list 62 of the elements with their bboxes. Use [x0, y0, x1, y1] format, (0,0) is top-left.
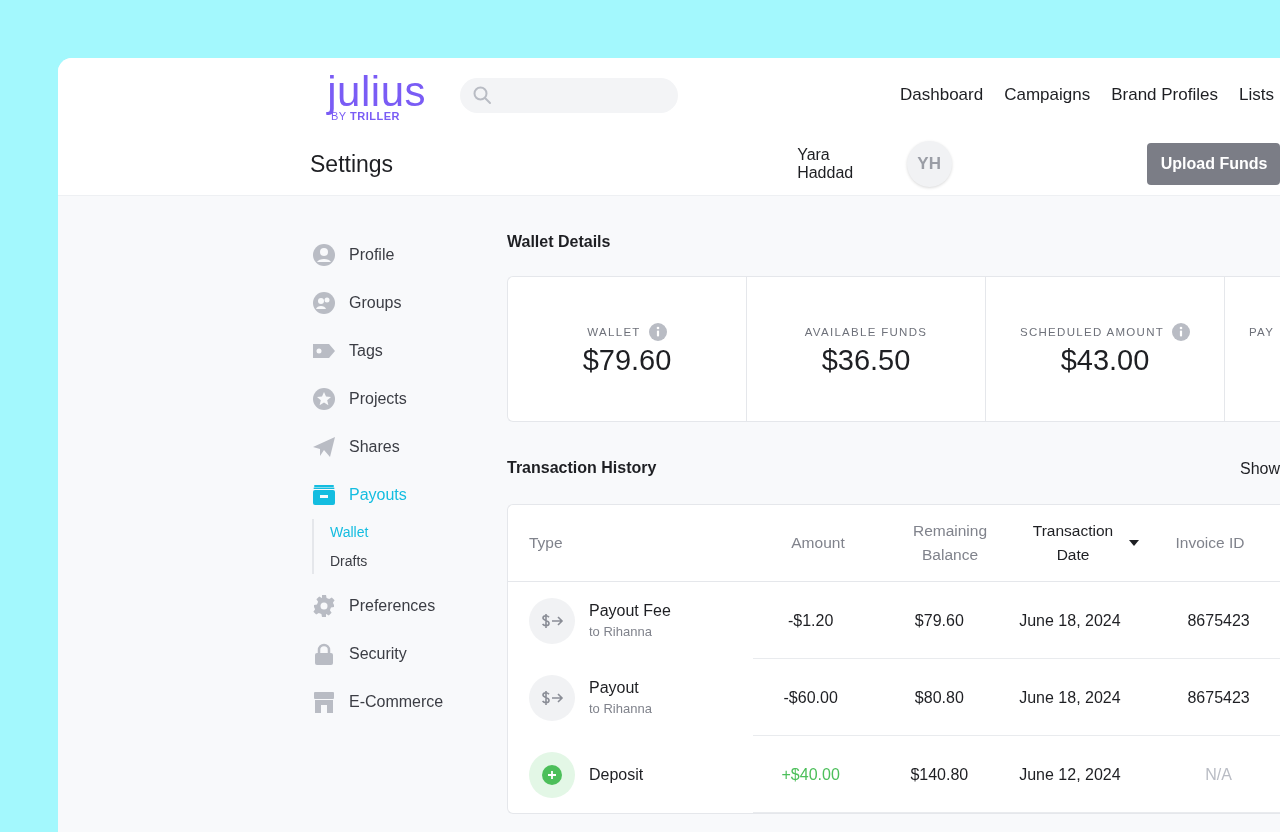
- show-label: Show: [1239, 460, 1280, 478]
- paper-plane-icon: [312, 435, 336, 459]
- julius-logo[interactable]: julius BY TRILLER: [310, 74, 426, 122]
- card-label: SCHEDULED AMOUNT: [1019, 325, 1165, 338]
- storefront-icon: [312, 690, 336, 714]
- column-header[interactable]: Remaining Balance: [883, 505, 1017, 581]
- invoice-cell-text: 8675423: [1186, 610, 1251, 631]
- info-icon[interactable]: [1172, 322, 1191, 341]
- sidebar-item[interactable]: Tags: [310, 327, 507, 375]
- user-name: Yara Haddad: [797, 146, 855, 182]
- person-icon: [312, 243, 336, 267]
- transaction-type: Deposit: [589, 765, 644, 784]
- transaction-recipient: to Rihanna: [589, 624, 653, 639]
- card-label: PAY: [1249, 326, 1275, 338]
- nav-link[interactable]: Brand Profiles: [1111, 85, 1218, 105]
- sidebar-item[interactable]: Shares: [310, 423, 507, 471]
- plus-icon: [529, 751, 575, 798]
- sidebar-item[interactable]: Groups: [310, 279, 507, 327]
- card-amount: $43.00: [1060, 343, 1150, 377]
- date-cell-text: June 18, 2024: [1018, 687, 1122, 708]
- nav-link[interactable]: Lists: [1238, 85, 1274, 105]
- upload-funds-button[interactable]: Upload Funds: [1146, 143, 1280, 185]
- transaction-type: Payout Fee: [589, 602, 671, 620]
- card-amount: $79.60: [582, 343, 672, 377]
- column-header[interactable]: Amount: [753, 505, 883, 581]
- amount-cell-text: -$60.00: [782, 687, 839, 708]
- invoice-cell-text: N/A: [1204, 764, 1233, 785]
- lock-icon: [312, 642, 336, 666]
- amount-cell-text: -$1.20: [786, 610, 835, 631]
- sidebar-item[interactable]: Profile: [310, 231, 507, 279]
- balance-cell-text: $79.60: [913, 610, 965, 631]
- date-cell-text: June 18, 2024: [1018, 610, 1122, 631]
- date-cell-text: June 12, 2024: [1018, 764, 1122, 785]
- info-icon[interactable]: [648, 322, 667, 341]
- balance-cell-text: $140.80: [909, 764, 970, 785]
- caret-icon: [1129, 540, 1139, 546]
- page-title: Settings: [310, 150, 395, 178]
- sidebar-item[interactable]: E-Commerce: [310, 678, 507, 726]
- nav-link[interactable]: Campaigns: [1004, 85, 1091, 105]
- transaction-type: Payout: [589, 679, 640, 697]
- column-header[interactable]: Type: [508, 505, 753, 581]
- card-amount: $36.50: [821, 343, 911, 377]
- search-field[interactable]: [460, 77, 678, 113]
- nav-link[interactable]: Dashboard: [900, 85, 984, 105]
- card-label: WALLET: [587, 325, 641, 338]
- amount-cell-text: +$40.00: [780, 764, 841, 785]
- sidebar-item[interactable]: Preferences: [310, 582, 507, 630]
- column-header[interactable]: Transaction Date: [1017, 505, 1147, 581]
- sidebar-item[interactable]: Security: [310, 630, 507, 678]
- transaction-recipient: to Rihanna: [589, 701, 652, 716]
- invoice-cell-text: 8675423: [1186, 687, 1251, 708]
- sidebar-subitem[interactable]: Drafts: [330, 552, 369, 570]
- card-label: AVAILABLE FUNDS: [804, 325, 928, 338]
- section-title: Transaction History: [507, 458, 657, 478]
- sidebar-item[interactable]: Projects: [310, 375, 507, 423]
- section-title: Wallet Details: [507, 232, 612, 252]
- gear-icon: [312, 594, 336, 618]
- balance-cell-text: $80.80: [913, 687, 965, 708]
- column-header[interactable]: Invoice ID: [1147, 505, 1273, 581]
- wallet-icon: [312, 483, 336, 507]
- people-icon: [312, 291, 336, 315]
- search-icon: [472, 85, 492, 105]
